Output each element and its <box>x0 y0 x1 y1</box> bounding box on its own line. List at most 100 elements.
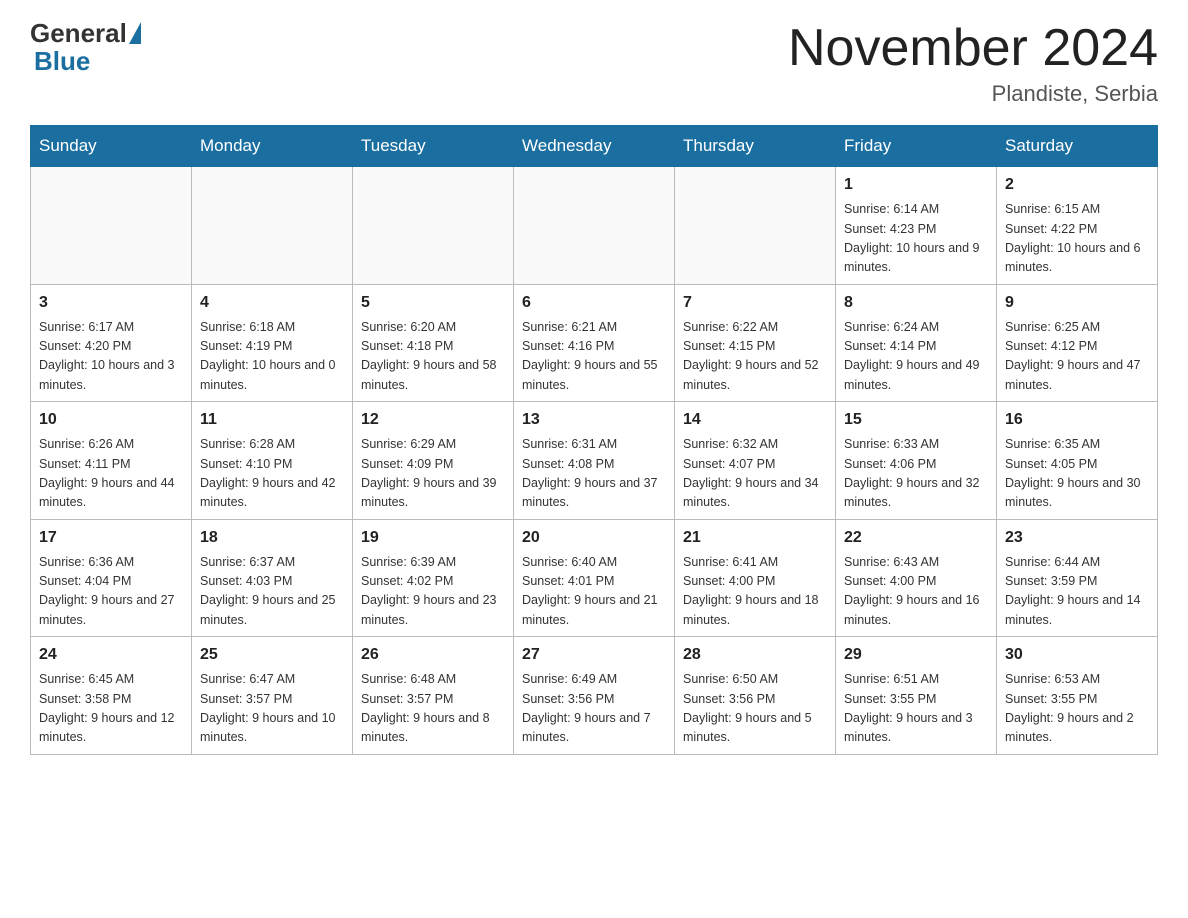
day-number: 9 <box>1005 291 1149 315</box>
day-number: 18 <box>200 526 344 550</box>
day-info: Sunrise: 6:36 AMSunset: 4:04 PMDaylight:… <box>39 553 183 631</box>
day-info: Sunrise: 6:37 AMSunset: 4:03 PMDaylight:… <box>200 553 344 631</box>
day-number: 5 <box>361 291 505 315</box>
day-number: 25 <box>200 643 344 667</box>
logo: General Blue <box>30 20 143 77</box>
title-area: November 2024 Plandiste, Serbia <box>788 20 1158 107</box>
logo-blue-text: Blue <box>34 46 90 76</box>
day-info: Sunrise: 6:22 AMSunset: 4:15 PMDaylight:… <box>683 318 827 396</box>
day-number: 8 <box>844 291 988 315</box>
day-number: 26 <box>361 643 505 667</box>
day-number: 17 <box>39 526 183 550</box>
day-info: Sunrise: 6:28 AMSunset: 4:10 PMDaylight:… <box>200 435 344 513</box>
day-info: Sunrise: 6:45 AMSunset: 3:58 PMDaylight:… <box>39 670 183 748</box>
calendar-cell: 27Sunrise: 6:49 AMSunset: 3:56 PMDayligh… <box>514 637 675 755</box>
calendar-cell: 14 Sunrise: 6:32 AMSunset: 4:07 PMDayligh… <box>675 402 836 520</box>
calendar-cell: 12 Sunrise: 6:29 AMSunset: 4:09 PMDayligh… <box>353 402 514 520</box>
calendar-cell: 28Sunrise: 6:50 AMSunset: 3:56 PMDayligh… <box>675 637 836 755</box>
day-number: 16 <box>1005 408 1149 432</box>
day-number: 20 <box>522 526 666 550</box>
calendar-day-header: Wednesday <box>514 126 675 167</box>
calendar-cell: 3Sunrise: 6:17 AMSunset: 4:20 PMDaylight… <box>31 284 192 402</box>
day-number: 19 <box>361 526 505 550</box>
day-info: Sunrise: 6:39 AMSunset: 4:02 PMDaylight:… <box>361 553 505 631</box>
day-info: Sunrise: 6:29 AMSunset: 4:09 PMDaylight:… <box>361 435 505 513</box>
day-info: Sunrise: 6:33 AMSunset: 4:06 PMDaylight:… <box>844 435 988 513</box>
calendar-cell: 17 Sunrise: 6:36 AMSunset: 4:04 PMDayligh… <box>31 519 192 637</box>
calendar-week-row: 17 Sunrise: 6:36 AMSunset: 4:04 PMDayligh… <box>31 519 1158 637</box>
day-info: Sunrise: 6:44 AMSunset: 3:59 PMDaylight:… <box>1005 553 1149 631</box>
calendar-cell: 18 Sunrise: 6:37 AMSunset: 4:03 PMDayligh… <box>192 519 353 637</box>
day-number: 3 <box>39 291 183 315</box>
calendar-cell: 13 Sunrise: 6:31 AMSunset: 4:08 PMDayligh… <box>514 402 675 520</box>
calendar-week-row: 10 Sunrise: 6:26 AMSunset: 4:11 PMDayligh… <box>31 402 1158 520</box>
calendar-header-row: SundayMondayTuesdayWednesdayThursdayFrid… <box>31 126 1158 167</box>
calendar-cell: 5 Sunrise: 6:20 AMSunset: 4:18 PMDaylight… <box>353 284 514 402</box>
day-number: 4 <box>200 291 344 315</box>
day-info: Sunrise: 6:26 AMSunset: 4:11 PMDaylight:… <box>39 435 183 513</box>
calendar-cell: 29 Sunrise: 6:51 AMSunset: 3:55 PMDayligh… <box>836 637 997 755</box>
calendar-day-header: Sunday <box>31 126 192 167</box>
day-info: Sunrise: 6:31 AMSunset: 4:08 PMDaylight:… <box>522 435 666 513</box>
day-number: 14 <box>683 408 827 432</box>
day-number: 6 <box>522 291 666 315</box>
calendar-cell: 4 Sunrise: 6:18 AMSunset: 4:19 PMDaylight… <box>192 284 353 402</box>
calendar-week-row: 3Sunrise: 6:17 AMSunset: 4:20 PMDaylight… <box>31 284 1158 402</box>
location-title: Plandiste, Serbia <box>788 81 1158 107</box>
day-number: 29 <box>844 643 988 667</box>
day-info: Sunrise: 6:48 AMSunset: 3:57 PMDaylight:… <box>361 670 505 748</box>
day-info: Sunrise: 6:15 AMSunset: 4:22 PMDaylight:… <box>1005 200 1149 278</box>
calendar-cell: 24Sunrise: 6:45 AMSunset: 3:58 PMDayligh… <box>31 637 192 755</box>
day-info: Sunrise: 6:32 AMSunset: 4:07 PMDaylight:… <box>683 435 827 513</box>
calendar-day-header: Monday <box>192 126 353 167</box>
day-number: 10 <box>39 408 183 432</box>
day-number: 11 <box>200 408 344 432</box>
day-info: Sunrise: 6:51 AMSunset: 3:55 PMDaylight:… <box>844 670 988 748</box>
day-number: 13 <box>522 408 666 432</box>
day-number: 27 <box>522 643 666 667</box>
month-title: November 2024 <box>788 20 1158 77</box>
day-number: 21 <box>683 526 827 550</box>
day-number: 22 <box>844 526 988 550</box>
calendar-cell: 25 Sunrise: 6:47 AMSunset: 3:57 PMDayligh… <box>192 637 353 755</box>
day-number: 2 <box>1005 173 1149 197</box>
calendar-day-header: Thursday <box>675 126 836 167</box>
day-number: 30 <box>1005 643 1149 667</box>
day-info: Sunrise: 6:43 AMSunset: 4:00 PMDaylight:… <box>844 553 988 631</box>
logo-triangle-icon <box>129 22 141 44</box>
day-number: 12 <box>361 408 505 432</box>
calendar-cell: 6 Sunrise: 6:21 AMSunset: 4:16 PMDaylight… <box>514 284 675 402</box>
calendar-cell <box>514 167 675 285</box>
day-number: 23 <box>1005 526 1149 550</box>
calendar-day-header: Friday <box>836 126 997 167</box>
calendar-cell <box>192 167 353 285</box>
day-info: Sunrise: 6:25 AMSunset: 4:12 PMDaylight:… <box>1005 318 1149 396</box>
calendar-cell: 9 Sunrise: 6:25 AMSunset: 4:12 PMDaylight… <box>997 284 1158 402</box>
day-info: Sunrise: 6:41 AMSunset: 4:00 PMDaylight:… <box>683 553 827 631</box>
calendar-cell: 10 Sunrise: 6:26 AMSunset: 4:11 PMDayligh… <box>31 402 192 520</box>
calendar-cell: 20Sunrise: 6:40 AMSunset: 4:01 PMDayligh… <box>514 519 675 637</box>
calendar-cell: 11 Sunrise: 6:28 AMSunset: 4:10 PMDayligh… <box>192 402 353 520</box>
calendar-week-row: 24Sunrise: 6:45 AMSunset: 3:58 PMDayligh… <box>31 637 1158 755</box>
calendar-cell: 23 Sunrise: 6:44 AMSunset: 3:59 PMDayligh… <box>997 519 1158 637</box>
day-info: Sunrise: 6:47 AMSunset: 3:57 PMDaylight:… <box>200 670 344 748</box>
day-info: Sunrise: 6:24 AMSunset: 4:14 PMDaylight:… <box>844 318 988 396</box>
day-info: Sunrise: 6:14 AMSunset: 4:23 PMDaylight:… <box>844 200 988 278</box>
day-info: Sunrise: 6:20 AMSunset: 4:18 PMDaylight:… <box>361 318 505 396</box>
day-info: Sunrise: 6:18 AMSunset: 4:19 PMDaylight:… <box>200 318 344 396</box>
day-number: 28 <box>683 643 827 667</box>
day-info: Sunrise: 6:21 AMSunset: 4:16 PMDaylight:… <box>522 318 666 396</box>
calendar-cell: 19 Sunrise: 6:39 AMSunset: 4:02 PMDayligh… <box>353 519 514 637</box>
calendar-cell: 7Sunrise: 6:22 AMSunset: 4:15 PMDaylight… <box>675 284 836 402</box>
day-number: 15 <box>844 408 988 432</box>
header: General Blue November 2024 Plandiste, Se… <box>30 20 1158 107</box>
logo-general-text: General <box>30 20 127 46</box>
calendar-cell: 15 Sunrise: 6:33 AMSunset: 4:06 PMDayligh… <box>836 402 997 520</box>
calendar-cell <box>31 167 192 285</box>
calendar-cell: 2 Sunrise: 6:15 AMSunset: 4:22 PMDaylight… <box>997 167 1158 285</box>
calendar-cell: 21 Sunrise: 6:41 AMSunset: 4:00 PMDayligh… <box>675 519 836 637</box>
calendar-cell: 1Sunrise: 6:14 AMSunset: 4:23 PMDaylight… <box>836 167 997 285</box>
calendar-day-header: Tuesday <box>353 126 514 167</box>
calendar-cell: 16Sunrise: 6:35 AMSunset: 4:05 PMDayligh… <box>997 402 1158 520</box>
calendar-cell: 26 Sunrise: 6:48 AMSunset: 3:57 PMDayligh… <box>353 637 514 755</box>
